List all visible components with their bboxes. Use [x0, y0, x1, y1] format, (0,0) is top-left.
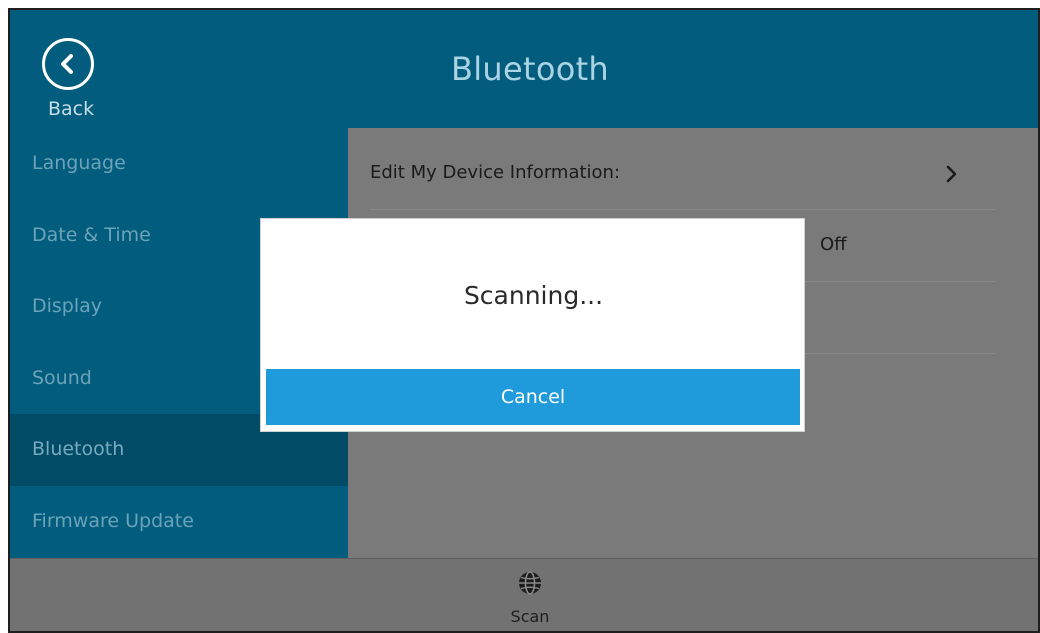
scan-label: Scan [510, 607, 550, 626]
bluetooth-status-value: Off [820, 234, 847, 255]
bottom-softkey-bar: Scan [10, 558, 1038, 631]
device-screen-frame: Back Bluetooth Language Date & Time Disp… [8, 8, 1040, 633]
globe-icon [519, 571, 541, 595]
scanning-dialog: Scanning... Cancel [260, 218, 805, 432]
cancel-button[interactable]: Cancel [266, 369, 800, 425]
screen: Back Bluetooth Language Date & Time Disp… [10, 10, 1038, 631]
back-label: Back [48, 98, 95, 120]
chevron-right-icon [946, 165, 957, 183]
header-bar: Back Bluetooth [10, 10, 1038, 128]
sidebar-item-firmware-update[interactable]: Firmware Update [10, 486, 348, 558]
edit-device-info-row[interactable]: Edit My Device Information: [370, 138, 996, 210]
scan-button[interactable]: Scan [490, 569, 570, 629]
dialog-message: Scanning... [463, 281, 604, 310]
edit-device-info-label: Edit My Device Information: [370, 162, 621, 183]
sidebar-item-language[interactable]: Language [10, 128, 348, 200]
page-title: Bluetooth [450, 50, 610, 88]
